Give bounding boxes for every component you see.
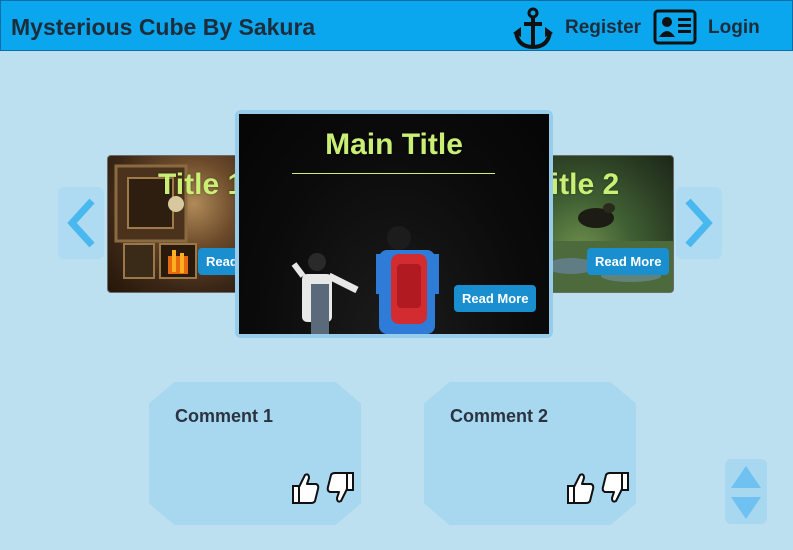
site-title: Mysterious Cube By Sakura	[11, 14, 316, 40]
carousel-slide-main[interactable]: Main Title Read More	[235, 110, 553, 338]
triangle-up-icon[interactable]	[729, 464, 763, 490]
comment-card: Comment 2	[424, 382, 636, 525]
title-underline	[292, 173, 495, 174]
chevron-left-icon	[67, 198, 95, 248]
scroll-widget	[725, 459, 767, 524]
triangle-down-icon[interactable]	[729, 495, 763, 521]
id-card-icon[interactable]	[653, 9, 697, 45]
thumbs-up-icon[interactable]	[290, 471, 320, 505]
register-link[interactable]: Register	[565, 17, 641, 39]
slide-title: Title 1	[158, 168, 245, 201]
carousel-slide-left[interactable]: Title 1 Read More	[107, 155, 252, 293]
thumbs-down-icon[interactable]	[326, 471, 356, 505]
anchor-icon[interactable]	[513, 7, 553, 50]
read-more-button[interactable]: Read More	[587, 248, 670, 275]
carousel-prev-button[interactable]	[58, 187, 104, 259]
read-more-button[interactable]: Read More	[454, 285, 537, 312]
comment-card: Comment 1	[149, 382, 361, 525]
login-link[interactable]: Login	[708, 17, 760, 39]
top-header: Mysterious Cube By Sakura Register Login	[0, 0, 793, 51]
comment-title: Comment 2	[450, 406, 549, 426]
thumbs-up-icon[interactable]	[565, 471, 595, 505]
carousel-slide-right[interactable]: Title 2 Read More	[540, 155, 674, 293]
carousel-next-button[interactable]	[676, 187, 722, 259]
slide-title: Main Title	[325, 128, 463, 161]
thumbs-down-icon[interactable]	[601, 471, 631, 505]
chevron-right-icon	[685, 198, 713, 248]
comment-title: Comment 1	[175, 406, 274, 426]
